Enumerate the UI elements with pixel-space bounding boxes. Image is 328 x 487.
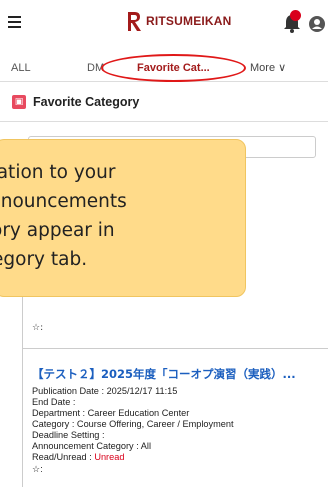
tooltip-line-1: nation to your [0,162,116,183]
divider [22,348,328,349]
menu-icon[interactable] [8,16,21,28]
favorite-star-icon[interactable]: ☆: [32,323,43,333]
tooltip-line-4: egory tab. [0,249,88,270]
tooltip-line-3: ory appear in [0,220,115,241]
divider [0,121,328,122]
favorite-star-icon[interactable]: ☆: [32,463,43,475]
favorite-category-icon: ▣ [12,95,26,109]
university-logo[interactable]: RITSUMEIKAN [126,10,232,32]
notification-badge [290,10,301,21]
user-avatar-icon[interactable] [309,16,325,32]
logo-text: RITSUMEIKAN [146,14,232,28]
tooltip-line-2: nnouncements [0,191,127,212]
read-status-value: Unread [94,452,125,462]
tab-all[interactable]: ALL [11,58,31,78]
tab-more[interactable]: More ∨ [250,58,286,78]
announcement-title-link[interactable]: 【テスト２】2025年度「コーオプ演習（実践）... [32,366,324,384]
page-title: Favorite Category [33,95,140,109]
tab-highlight-ellipse [101,54,246,82]
read-status-label: Read/Unread : [32,452,95,462]
read-status: Read/Unread : Unread [32,451,124,463]
tutorial-tooltip: nation to your nnouncements ory appear i… [0,139,246,297]
top-bar: RITSUMEIKAN [0,0,328,46]
logo-mark-icon [128,12,141,31]
notification-bell-icon[interactable] [282,10,302,34]
